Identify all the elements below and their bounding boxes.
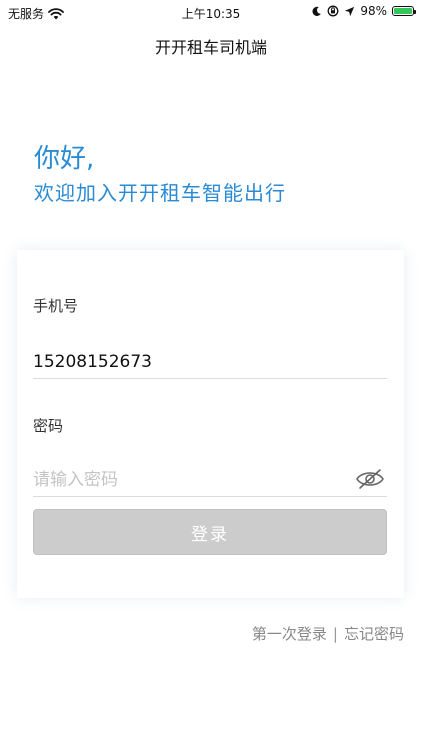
password-input[interactable] bbox=[33, 463, 387, 497]
phone-label: 手机号 bbox=[33, 297, 79, 315]
rotation-lock-icon bbox=[327, 5, 339, 17]
page-title: 开开租车司机端 bbox=[154, 38, 267, 57]
location-arrow-icon bbox=[345, 6, 355, 16]
status-bar-right: 98% bbox=[311, 4, 416, 18]
greeting-hello: 你好, bbox=[34, 144, 95, 174]
first-login-link[interactable]: 第一次登录 bbox=[252, 623, 327, 644]
battery-charging-icon bbox=[392, 6, 416, 16]
eye-hidden-icon[interactable] bbox=[355, 468, 385, 490]
password-label: 密码 bbox=[33, 417, 64, 435]
phone-input[interactable] bbox=[33, 345, 387, 379]
forgot-password-link[interactable]: 忘记密码 bbox=[344, 623, 404, 644]
bottom-links: 第一次登录 | 忘记密码 bbox=[252, 623, 404, 644]
greeting-welcome: 欢迎加入开开租车智能出行 bbox=[34, 181, 286, 205]
link-separator: | bbox=[332, 624, 338, 643]
moon-icon bbox=[312, 6, 322, 16]
status-bar: 无服务 上午10:35 98% bbox=[0, 0, 422, 24]
login-card: 手机号 密码 登录 bbox=[17, 250, 404, 598]
login-button[interactable]: 登录 bbox=[33, 509, 387, 555]
battery-level-fill bbox=[394, 8, 412, 14]
battery-percent: 98% bbox=[360, 4, 387, 18]
